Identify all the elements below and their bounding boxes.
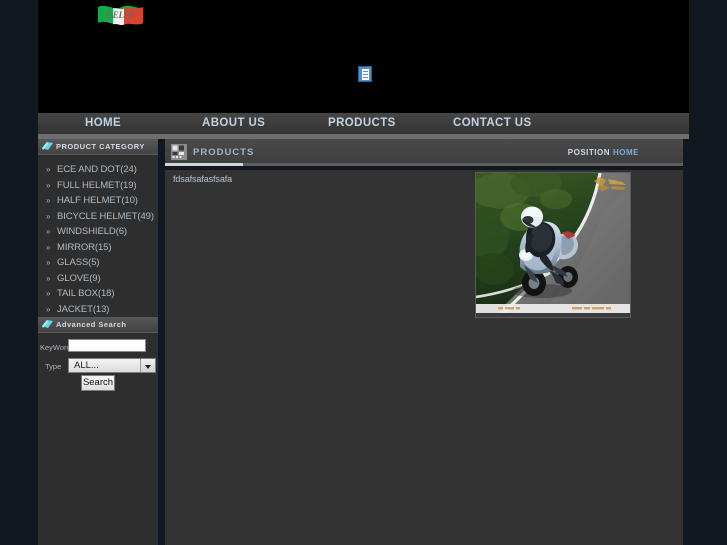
product-detail-area: fdsafsafasfsafa [165,170,635,545]
chevron-right-icon: » [46,180,51,190]
nav-item-contact-us[interactable]: CONTACT US [453,113,532,134]
chevron-right-icon: » [46,289,51,298]
logo-wordmark: GELIN [106,10,135,20]
category-item-glove[interactable]: » GLOVE(9) [38,271,158,287]
chevron-right-icon: » [46,165,51,174]
advanced-search-panel: Advanced Search KeyWord Type ALL... Sear… [38,317,158,391]
chevron-right-icon: » [46,304,51,314]
category-item-label: JACKET(13) [57,303,110,315]
nav-item-products[interactable]: PRODUCTS [328,113,396,134]
content-columns: PRODUCT CATEGORY » ECE AND DOT(24) » FUL… [38,139,689,545]
category-item-label: GLOVE(9) [57,272,101,284]
ribbon-icon [42,320,53,328]
breadcrumb-position-label: POSITION [567,148,610,157]
advanced-search-panel-header: Advanced Search [38,317,158,333]
product-title: fdsafsafasfsafa [173,174,233,184]
main-content: PRODUCTS POSITION HOME fdsafsafasfsafa [165,139,683,545]
product-category-panel-title: PRODUCT CATEGORY [56,142,145,151]
chevron-down-icon [140,359,155,372]
keyword-input[interactable] [68,339,146,352]
category-item-label: WINDSHIELD(6) [57,226,127,237]
chevron-right-icon: » [46,273,51,283]
category-item-label: ECE AND DOT(24) [57,164,137,175]
site-banner: GELIN [38,0,689,113]
type-select[interactable]: ALL... [68,358,156,373]
product-category-list: » ECE AND DOT(24) » FULL HELMET(19) » HA… [38,155,158,317]
breadcrumb-home-link[interactable]: HOME [613,148,639,157]
category-item-bicycle-helmet[interactable]: » BICYCLE HELMET(49) [38,209,158,225]
chevron-right-icon: » [46,242,51,252]
breadcrumb-title: PRODUCTS [193,147,255,158]
type-selected-value: ALL... [74,360,99,371]
category-item-label: TAIL BOX(18) [57,288,115,299]
product-category-panel-header: PRODUCT CATEGORY [38,139,158,155]
breadcrumb-rule [165,163,683,166]
motorcycle-on-road-photo-icon [476,173,630,317]
broken-image-placeholder-icon [358,66,372,82]
category-item-label: MIRROR(15) [57,241,112,253]
category-item-label: GLASS(5) [57,257,100,268]
product-image[interactable] [475,172,631,318]
sidebar: PRODUCT CATEGORY » ECE AND DOT(24) » FUL… [38,139,158,545]
advanced-search-form: KeyWord Type ALL... Search [38,333,158,391]
breadcrumb-active-segment [165,163,243,166]
category-item-label: BICYCLE HELMET(49) [57,210,154,222]
breadcrumb: PRODUCTS POSITION HOME [165,139,683,166]
keyword-row: KeyWord [38,339,158,358]
site-logo[interactable]: GELIN [94,2,146,32]
category-item-glass[interactable]: » GLASS(5) [38,255,158,271]
category-item-mirror[interactable]: » MIRROR(15) [38,240,158,256]
chevron-right-icon: » [46,258,51,267]
chevron-right-icon: » [46,211,51,221]
products-grid-icon [171,144,187,160]
nav-item-about-us[interactable]: ABOUT US [202,113,265,134]
category-item-tail-box[interactable]: » TAIL BOX(18) [38,286,158,302]
content-right-filler [635,170,683,545]
chevron-right-icon: » [46,227,51,236]
breadcrumb-position: POSITION HOME [568,139,639,166]
nav-item-home[interactable]: HOME [85,113,121,134]
category-item-ece-and-dot[interactable]: » ECE AND DOT(24) [38,162,158,178]
ribbon-icon [42,142,53,150]
category-item-label: FULL HELMET(19) [57,179,137,191]
category-item-label: HALF HELMET(10) [57,195,138,206]
chevron-right-icon: » [46,196,51,205]
search-button[interactable]: Search [81,375,115,391]
main-navigation: HOME ABOUT US PRODUCTS CONTACT US [38,113,689,134]
category-item-half-helmet[interactable]: » HALF HELMET(10) [38,193,158,209]
italian-flag-logo-icon: GELIN [98,5,143,26]
category-item-full-helmet[interactable]: » FULL HELMET(19) [38,178,158,194]
category-item-windshield[interactable]: » WINDSHIELD(6) [38,224,158,240]
category-item-jacket[interactable]: » JACKET(13) [38,302,158,318]
page-wrapper: GELIN HOME ABOUT US PRODUCTS CONTACT US … [38,0,689,545]
advanced-search-panel-title: Advanced Search [56,320,127,329]
